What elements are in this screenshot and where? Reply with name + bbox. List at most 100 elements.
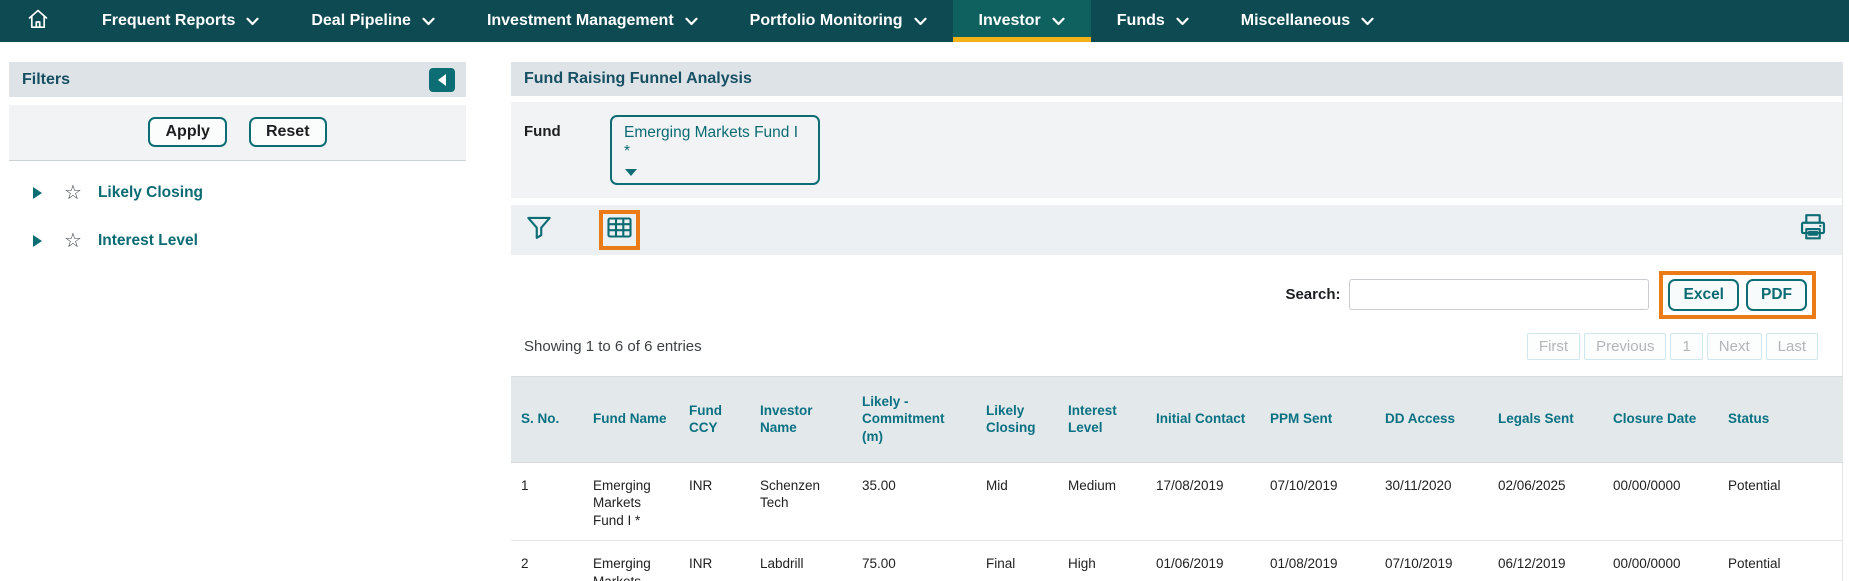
column-header[interactable]: Interest Level xyxy=(1058,376,1146,462)
nav-item-label: Investor xyxy=(979,12,1041,30)
filters-header: Filters xyxy=(9,62,466,97)
fund-label: Fund xyxy=(524,115,610,185)
chevron-down-icon xyxy=(914,17,927,26)
column-header[interactable]: Fund CCY xyxy=(679,376,750,462)
column-header[interactable]: Likely Closing xyxy=(976,376,1058,462)
column-header[interactable]: Status xyxy=(1718,376,1843,462)
funnel-table-wrap: S. No.Fund NameFund CCYInvestor NameLike… xyxy=(511,376,1842,581)
column-header[interactable]: Fund Name xyxy=(583,376,679,462)
table-cell: 06/12/2019 xyxy=(1488,541,1603,581)
pagination-next[interactable]: Next xyxy=(1707,333,1762,360)
tree-item-label: Likely Closing xyxy=(98,184,203,202)
nav-item-deal-pipeline[interactable]: Deal Pipeline xyxy=(285,0,461,42)
table-cell: 07/10/2019 xyxy=(1260,462,1375,541)
table-cell: 17/08/2019 xyxy=(1146,462,1260,541)
table-row: 1Emerging Markets Fund I *INRSchenzen Te… xyxy=(511,462,1843,541)
reset-button[interactable]: Reset xyxy=(249,117,327,147)
chevron-down-icon xyxy=(1052,17,1065,26)
column-header[interactable]: Investor Name xyxy=(750,376,852,462)
page-title-bar: Fund Raising Funnel Analysis xyxy=(511,62,1842,96)
page-title: Fund Raising Funnel Analysis xyxy=(524,70,752,88)
expand-arrow-icon[interactable] xyxy=(33,235,42,247)
table-header-row: S. No.Fund NameFund CCYInvestor NameLike… xyxy=(511,376,1843,462)
column-header[interactable]: Closure Date xyxy=(1603,376,1718,462)
chevron-down-icon xyxy=(625,169,637,176)
table-cell: 01/06/2019 xyxy=(1146,541,1260,581)
table-cell: 1 xyxy=(511,462,583,541)
nav-item-label: Miscellaneous xyxy=(1241,12,1350,30)
main-panel: Fund Raising Funnel Analysis Fund Emergi… xyxy=(511,62,1843,581)
table-cell: 01/08/2019 xyxy=(1260,541,1375,581)
table-cell: INR xyxy=(679,541,750,581)
table-cell: INR xyxy=(679,462,750,541)
fund-dropdown[interactable]: Emerging Markets Fund I * xyxy=(610,115,820,185)
collapse-panel-button[interactable] xyxy=(429,68,455,92)
tree-item-interest-level[interactable]: ☆ Interest Level xyxy=(23,231,452,251)
table-cell: Mid xyxy=(976,462,1058,541)
tree-item-likely-closing[interactable]: ☆ Likely Closing xyxy=(23,183,452,203)
column-header[interactable]: Initial Contact xyxy=(1146,376,1260,462)
pagination-1[interactable]: 1 xyxy=(1670,333,1702,360)
table-cell: Potential xyxy=(1718,462,1843,541)
expand-arrow-icon[interactable] xyxy=(33,187,42,199)
search-label: Search: xyxy=(1285,286,1340,303)
nav-item-label: Frequent Reports xyxy=(102,12,235,30)
pagination-previous[interactable]: Previous xyxy=(1584,333,1666,360)
column-header[interactable]: PPM Sent xyxy=(1260,376,1375,462)
nav-item-label: Investment Management xyxy=(487,12,674,30)
table-view-annotation xyxy=(599,210,640,250)
export-buttons-annotation: Excel PDF xyxy=(1659,271,1816,319)
nav-item-investor[interactable]: Investor xyxy=(953,0,1091,42)
column-header[interactable]: DD Access xyxy=(1375,376,1488,462)
chevron-down-icon xyxy=(685,17,698,26)
report-toolbar xyxy=(511,205,1842,255)
tree-item-label: Interest Level xyxy=(98,232,198,250)
filter-funnel-button[interactable] xyxy=(525,214,553,246)
page-body: Filters Apply Reset ☆ Likely Closing ☆ Inte… xyxy=(0,42,1849,581)
nav-item-frequent-reports[interactable]: Frequent Reports xyxy=(76,0,285,42)
home-button[interactable] xyxy=(0,0,76,42)
table-cell: 02/06/2025 xyxy=(1488,462,1603,541)
nav-item-label: Portfolio Monitoring xyxy=(750,12,903,30)
table-cell: Emerging Markets Fund I * xyxy=(583,462,679,541)
search-input[interactable] xyxy=(1349,279,1649,310)
table-row: 2Emerging Markets Fund I *INRLabdrill75.… xyxy=(511,541,1843,581)
table-cell: 00/00/0000 xyxy=(1603,541,1718,581)
star-icon[interactable]: ☆ xyxy=(64,231,82,251)
nav-item-funds[interactable]: Funds xyxy=(1091,0,1215,42)
pdf-export-button[interactable]: PDF xyxy=(1746,279,1807,311)
table-cell: 30/11/2020 xyxy=(1375,462,1488,541)
table-view-button[interactable] xyxy=(607,217,632,243)
chevron-down-icon xyxy=(1361,17,1374,26)
home-icon xyxy=(26,7,50,36)
table-cell: Schenzen Tech xyxy=(750,462,852,541)
column-header[interactable]: Likely - Commitment (m) xyxy=(852,376,976,462)
table-grid-icon xyxy=(607,217,632,243)
table-cell: 75.00 xyxy=(852,541,976,581)
nav-item-miscellaneous[interactable]: Miscellaneous xyxy=(1215,0,1400,42)
table-cell: Emerging Markets Fund I * xyxy=(583,541,679,581)
search-row: Search: Excel PDF xyxy=(511,271,1842,319)
apply-button[interactable]: Apply xyxy=(148,117,226,147)
table-cell: Medium xyxy=(1058,462,1146,541)
print-icon xyxy=(1798,213,1828,246)
pagination-first[interactable]: First xyxy=(1527,333,1580,360)
nav-item-label: Deal Pipeline xyxy=(311,12,411,30)
nav-item-label: Funds xyxy=(1117,12,1165,30)
filters-panel: Filters Apply Reset ☆ Likely Closing ☆ Inte… xyxy=(9,62,466,581)
nav-item-portfolio-monitoring[interactable]: Portfolio Monitoring xyxy=(724,0,953,42)
chevron-down-icon xyxy=(422,17,435,26)
star-icon[interactable]: ☆ xyxy=(64,183,82,203)
pagination-last[interactable]: Last xyxy=(1766,333,1818,360)
excel-export-button[interactable]: Excel xyxy=(1668,279,1739,311)
table-cell: High xyxy=(1058,541,1146,581)
print-button[interactable] xyxy=(1798,213,1828,246)
top-navbar: Frequent Reports Deal Pipeline Investment … xyxy=(0,0,1849,42)
table-cell: 07/10/2019 xyxy=(1375,541,1488,581)
chevron-down-icon xyxy=(246,17,259,26)
nav-item-investment-management[interactable]: Investment Management xyxy=(461,0,724,42)
table-cell: 35.00 xyxy=(852,462,976,541)
chevron-down-icon xyxy=(1176,17,1189,26)
column-header[interactable]: Legals Sent xyxy=(1488,376,1603,462)
column-header[interactable]: S. No. xyxy=(511,376,583,462)
